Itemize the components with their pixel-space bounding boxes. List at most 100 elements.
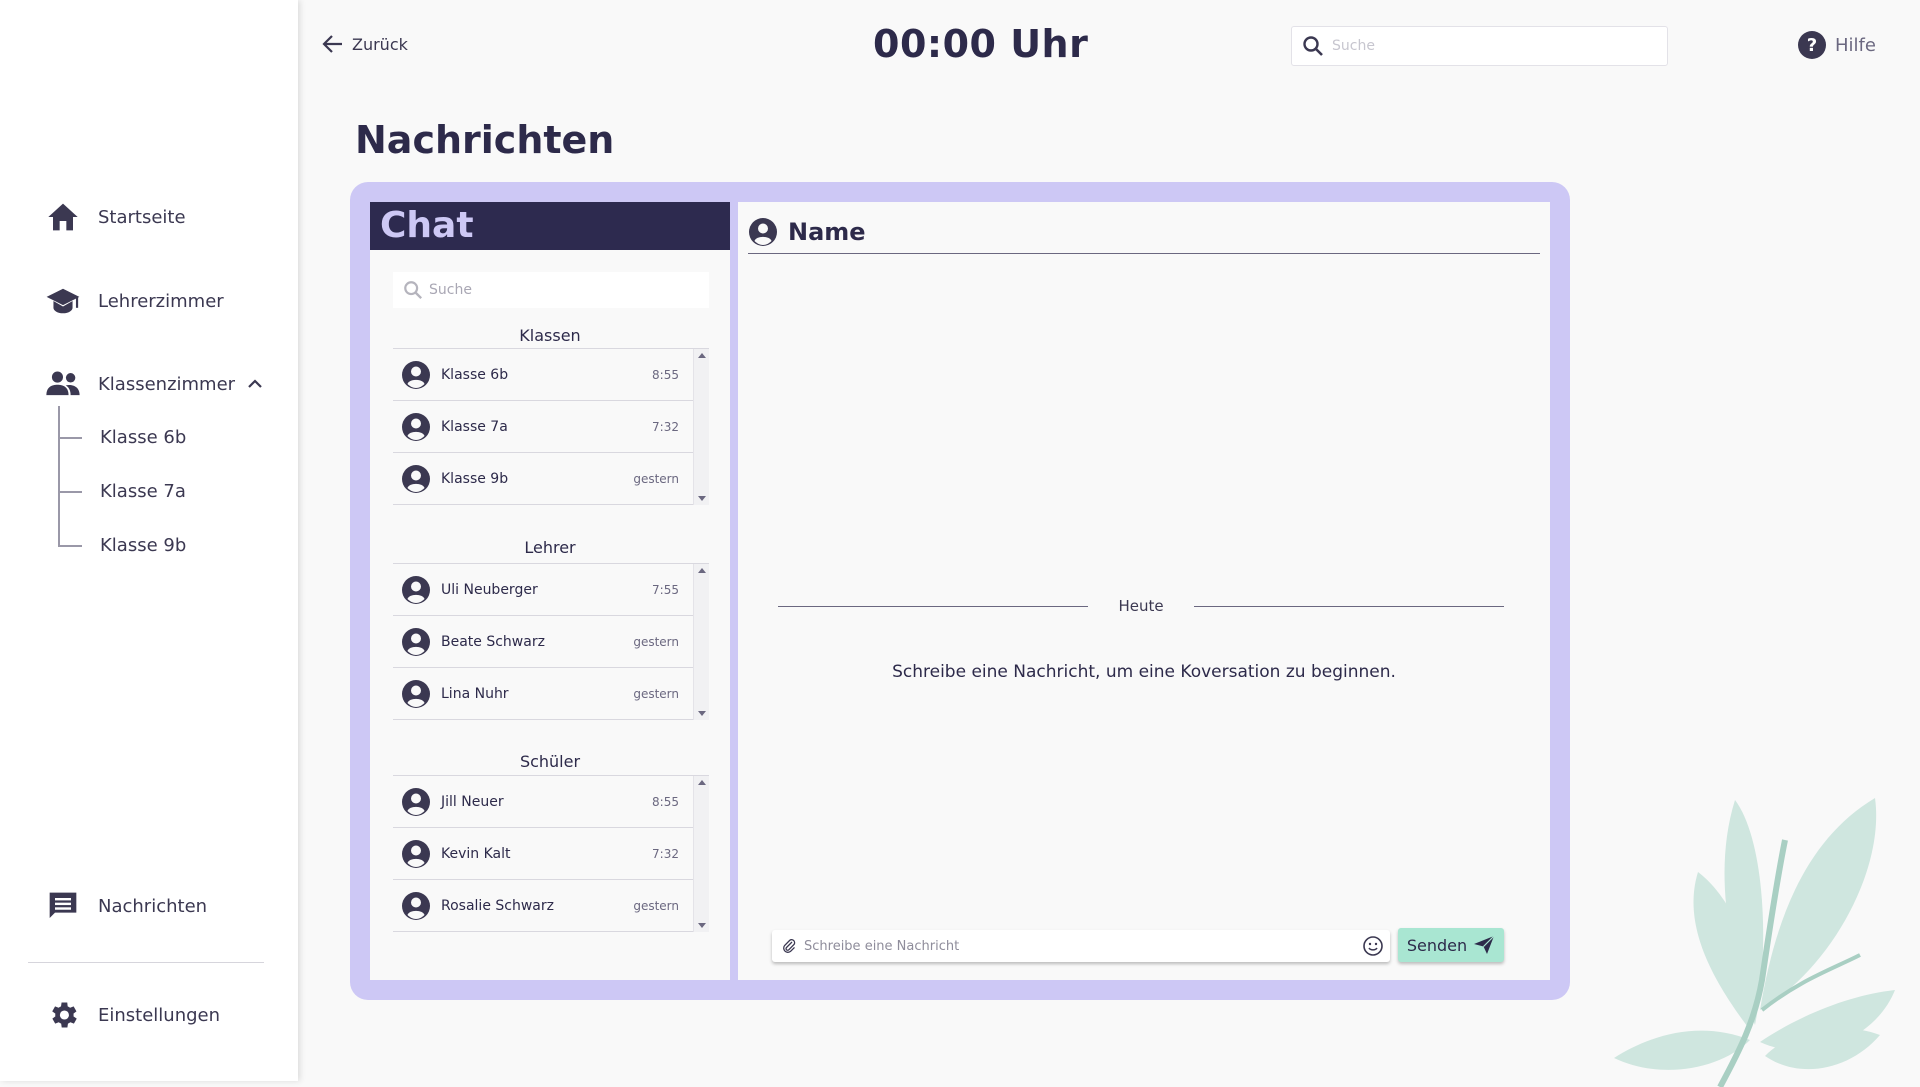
conversation-name: Name: [788, 217, 866, 246]
sidebar-subitem-label: Klasse 9b: [100, 535, 187, 556]
avatar-icon: [402, 464, 430, 493]
top-search-bar[interactable]: [1291, 26, 1668, 66]
scrollbar[interactable]: [693, 564, 709, 720]
sidebar-item-klassenzimmer[interactable]: Klassenzimmer: [44, 365, 263, 403]
chat-row-time: 7:32: [652, 846, 679, 861]
chat-row[interactable]: Kevin Kalt 7:32: [393, 828, 709, 880]
paperclip-icon[interactable]: [782, 938, 796, 954]
compose-bar[interactable]: [772, 930, 1390, 962]
avatar-icon: [749, 217, 777, 246]
chat-list-header: Chat: [370, 202, 730, 250]
chat-row-name: Klasse 6b: [441, 366, 509, 383]
scrollbar[interactable]: [693, 349, 709, 505]
search-icon: [403, 280, 423, 300]
group-icon: [44, 365, 82, 403]
home-icon: [44, 198, 82, 236]
sidebar-item-label: Klassenzimmer: [98, 373, 236, 395]
send-icon: [1473, 935, 1495, 955]
avatar-icon: [402, 360, 430, 389]
chat-row-name: Jill Neuer: [441, 793, 504, 810]
avatar-icon: [402, 891, 430, 920]
chat-row-name: Rosalie Schwarz: [441, 897, 554, 914]
chat-row-time: 8:55: [652, 367, 679, 382]
list-klassen: Klasse 6b 8:55 Klasse 7a 7:32 Klasse 9b …: [393, 348, 709, 505]
emoji-icon[interactable]: [1362, 935, 1384, 957]
chat-row-name: Beate Schwarz: [441, 633, 545, 650]
chat-row[interactable]: Klasse 9b gestern: [393, 453, 709, 505]
back-button[interactable]: Zurück: [322, 34, 408, 54]
sidebar-item-lehrerzimmer[interactable]: Lehrerzimmer: [44, 282, 224, 320]
scroll-down-icon[interactable]: [698, 923, 706, 928]
avatar-icon: [402, 787, 430, 816]
sidebar-subitem-label: Klasse 6b: [100, 427, 187, 448]
sidebar: Startseite Lehrerzimmer Klassenzimmer Kl…: [0, 0, 298, 1081]
list-schueler: Jill Neuer 8:55 Kevin Kalt 7:32 Rosalie …: [393, 775, 709, 932]
scroll-down-icon[interactable]: [698, 711, 706, 716]
sidebar-divider: [28, 962, 264, 963]
chat-row-time: 8:55: [652, 794, 679, 809]
chat-search-input[interactable]: [429, 282, 699, 298]
chat-row-name: Klasse 9b: [441, 470, 509, 487]
search-icon: [1302, 35, 1324, 57]
top-search-input[interactable]: [1332, 38, 1652, 54]
sidebar-item-einstellungen[interactable]: Einstellungen: [44, 996, 220, 1034]
chat-row[interactable]: Klasse 7a 7:32: [393, 401, 709, 453]
sidebar-item-label: Lehrerzimmer: [98, 290, 224, 312]
avatar-icon: [402, 627, 430, 656]
sidebar-subitem-klasse-7a[interactable]: Klasse 7a: [58, 481, 186, 502]
scrollbar[interactable]: [693, 776, 709, 932]
chat-row-time: gestern: [633, 686, 679, 701]
message-input[interactable]: [804, 938, 1362, 954]
messages-panel: Chat Klassen Klasse 6b 8:55 Klasse 7a 7:…: [350, 182, 1570, 1000]
sidebar-subitem-klasse-6b[interactable]: Klasse 6b: [58, 427, 186, 448]
conversation-pane: Name Heute Schreibe eine Nachricht, um e…: [738, 202, 1550, 980]
scroll-up-icon[interactable]: [698, 780, 706, 785]
sidebar-item-label: Nachrichten: [98, 895, 208, 917]
section-title-lehrer: Lehrer: [524, 538, 576, 557]
empty-conversation-message: Schreibe eine Nachricht, um eine Koversa…: [892, 662, 1396, 682]
avatar-icon: [402, 679, 430, 708]
clock: 00:00 Uhr: [873, 22, 1089, 66]
send-button[interactable]: Senden: [1398, 928, 1504, 962]
chat-row[interactable]: Rosalie Schwarz gestern: [393, 880, 709, 932]
avatar-icon: [402, 575, 430, 604]
chat-row[interactable]: Beate Schwarz gestern: [393, 616, 709, 668]
sidebar-subitem-klasse-9b[interactable]: Klasse 9b: [58, 535, 186, 556]
list-lehrer: Uli Neuberger 7:55 Beate Schwarz gestern…: [393, 563, 709, 720]
chat-row[interactable]: Lina Nuhr gestern: [393, 668, 709, 720]
day-separator: Heute: [778, 597, 1504, 615]
chat-row-time: gestern: [633, 634, 679, 649]
chat-row-name: Lina Nuhr: [441, 685, 509, 702]
svg-text:?: ?: [1807, 35, 1817, 56]
chat-row[interactable]: Jill Neuer 8:55: [393, 776, 709, 828]
sidebar-item-startseite[interactable]: Startseite: [44, 198, 186, 236]
avatar-icon: [402, 412, 430, 441]
chat-row[interactable]: Uli Neuberger 7:55: [393, 564, 709, 616]
message-icon: [44, 887, 82, 925]
chat-row-name: Klasse 7a: [441, 418, 508, 435]
graduation-cap-icon: [44, 282, 82, 320]
help-icon: ?: [1797, 30, 1827, 60]
chat-row-time: 7:55: [652, 582, 679, 597]
scroll-down-icon[interactable]: [698, 496, 706, 501]
chat-row-name: Kevin Kalt: [441, 845, 511, 862]
gear-icon: [44, 996, 82, 1034]
sidebar-item-nachrichten[interactable]: Nachrichten: [44, 887, 207, 925]
sidebar-item-label: Startseite: [98, 206, 186, 228]
conversation-header: Name: [748, 210, 1540, 254]
chevron-up-icon[interactable]: [247, 379, 263, 389]
scroll-up-icon[interactable]: [698, 353, 706, 358]
sidebar-subitem-label: Klasse 7a: [100, 481, 186, 502]
day-label: Heute: [1118, 597, 1164, 615]
help-button[interactable]: ? Hilfe: [1797, 30, 1876, 60]
chat-row-time: 7:32: [652, 419, 679, 434]
chat-list: Chat Klassen Klasse 6b 8:55 Klasse 7a 7:…: [370, 202, 730, 980]
chat-row-name: Uli Neuberger: [441, 581, 538, 598]
sidebar-item-label: Einstellungen: [98, 1004, 221, 1026]
chat-search-bar[interactable]: [393, 272, 709, 308]
arrow-left-icon: [322, 34, 344, 54]
scroll-up-icon[interactable]: [698, 568, 706, 573]
chat-row[interactable]: Klasse 6b 8:55: [393, 349, 709, 401]
chat-row-time: gestern: [633, 898, 679, 913]
section-title-schueler: Schüler: [519, 752, 581, 771]
